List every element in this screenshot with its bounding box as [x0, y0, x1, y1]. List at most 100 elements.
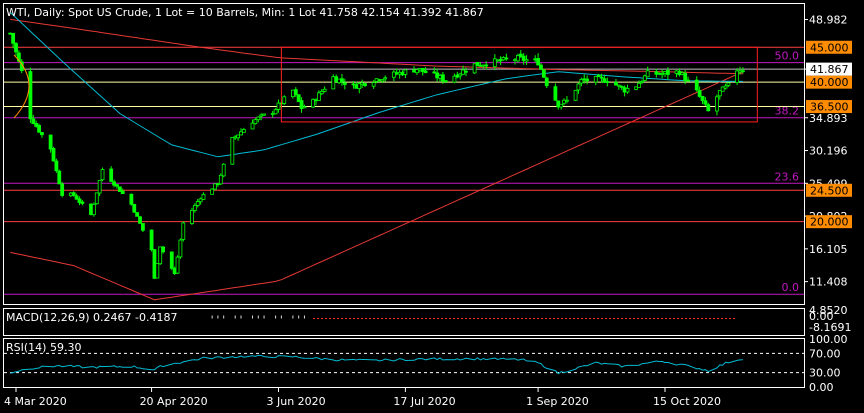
rsi-tick-label: 30.00	[809, 367, 841, 380]
bear-candle-body	[129, 193, 134, 205]
bear-candle-body	[596, 74, 601, 77]
bear-candle-body	[694, 79, 699, 91]
bull-candle-body	[322, 88, 327, 92]
price-tick-label: 34.893	[809, 112, 848, 125]
bull-candle-body	[230, 137, 235, 165]
bear-candle-body	[51, 148, 56, 162]
level-price-label: 24.500	[810, 184, 849, 197]
bear-candle-body	[40, 132, 44, 136]
bear-candle-body	[605, 81, 610, 83]
bull-candle-body	[262, 113, 266, 116]
bear-candle-body	[132, 204, 137, 213]
bull-candle-body	[210, 188, 215, 195]
bull-candle-body	[100, 169, 105, 181]
level-price-label: 45.000	[810, 41, 849, 54]
bull-candle-body	[91, 203, 96, 216]
bull-candle-body	[645, 70, 650, 78]
bear-candle-body	[363, 83, 367, 86]
price-tick-label: 16.105	[809, 243, 848, 256]
candle	[149, 229, 154, 252]
bear-candle-body	[342, 82, 347, 85]
price-tick-label: 30.196	[809, 145, 848, 158]
bear-candle-body	[48, 134, 53, 150]
bear-candle-body	[149, 229, 154, 251]
candle	[178, 238, 183, 259]
candle	[169, 251, 174, 271]
bull-candle-body	[302, 106, 307, 109]
bear-candle-body	[293, 89, 298, 95]
bear-candle-body	[115, 184, 119, 187]
bull-candle-body	[593, 75, 598, 83]
candle	[91, 202, 96, 217]
candle	[51, 146, 56, 162]
bear-candle-body	[700, 95, 705, 101]
bull-candle-body	[637, 82, 641, 88]
bear-candle-body	[423, 70, 428, 74]
bull-candle-body	[221, 163, 226, 177]
bull-candle-body	[625, 88, 630, 93]
rsi-title: RSI(14) 59.30	[6, 341, 81, 354]
bull-candle-body	[201, 193, 206, 200]
bear-candle-body	[504, 57, 509, 60]
rsi-tick-label: 100.00	[809, 333, 848, 346]
time-tick-label: 20 Apr 2020	[140, 395, 208, 408]
bull-candle-body	[565, 99, 569, 102]
candle	[181, 221, 186, 242]
time-tick-label: 4 Mar 2020	[4, 395, 67, 408]
chart-background	[0, 0, 864, 413]
candle	[541, 68, 546, 79]
bull-candle-body	[573, 89, 578, 101]
price-tick-label: 48.982	[809, 13, 848, 26]
bull-candle-body	[181, 222, 186, 240]
bear-candle-body	[71, 192, 76, 196]
bear-candle-body	[54, 160, 59, 172]
bull-candle-body	[403, 69, 408, 75]
bear-candle-body	[135, 212, 140, 217]
bear-candle-body	[536, 58, 540, 66]
bear-candle-body	[484, 64, 489, 67]
bear-candle-body	[585, 78, 590, 82]
candle	[282, 95, 287, 106]
bull-candle-body	[236, 134, 241, 139]
current-price-label: 41.867	[810, 63, 849, 76]
candle	[175, 255, 180, 274]
bull-candle-body	[97, 179, 102, 194]
bull-candle-body	[192, 204, 197, 211]
bull-candle-body	[250, 122, 255, 130]
level-price-label: 20.000	[810, 216, 849, 229]
bull-candle-body	[94, 192, 99, 205]
bear-candle-body	[703, 100, 708, 105]
bear-candle-body	[11, 32, 16, 44]
bear-candle-body	[686, 79, 690, 82]
candle	[138, 215, 142, 224]
bull-candle-body	[524, 59, 529, 62]
candle	[94, 192, 99, 205]
bull-candle-body	[256, 116, 261, 121]
time-tick-label: 17 Jul 2020	[393, 395, 455, 408]
bull-candle-body	[178, 239, 183, 258]
bear-candle-body	[169, 251, 174, 269]
bull-candle-body	[559, 103, 564, 108]
price-tick-label: 11.408	[809, 276, 848, 289]
bull-candle-body	[715, 96, 719, 112]
bull-candle-body	[253, 119, 258, 125]
bull-candle-body	[190, 209, 194, 224]
candle	[129, 193, 134, 206]
trading-chart[interactable]: 50.038.223.60.0 WTI, Daily: Spot US Crud…	[0, 0, 864, 413]
bear-candle-body	[619, 85, 624, 88]
bull-candle-body	[175, 256, 180, 274]
time-tick-label: 1 Sep 2020	[526, 395, 589, 408]
bear-candle-body	[697, 90, 702, 97]
bull-candle-body	[241, 129, 246, 133]
bear-candle-body	[120, 190, 125, 195]
rsi-tick-label: 0.00	[809, 381, 834, 394]
bear-candle-body	[539, 64, 543, 70]
bear-candle-body	[464, 70, 468, 73]
bull-candle-body	[640, 80, 644, 83]
bull-candle-body	[383, 77, 388, 80]
bull-candle-body	[371, 82, 376, 87]
bear-candle-body	[440, 74, 445, 82]
bear-candle-body	[14, 43, 18, 53]
candle	[573, 89, 578, 101]
bear-candle-body	[141, 223, 145, 231]
